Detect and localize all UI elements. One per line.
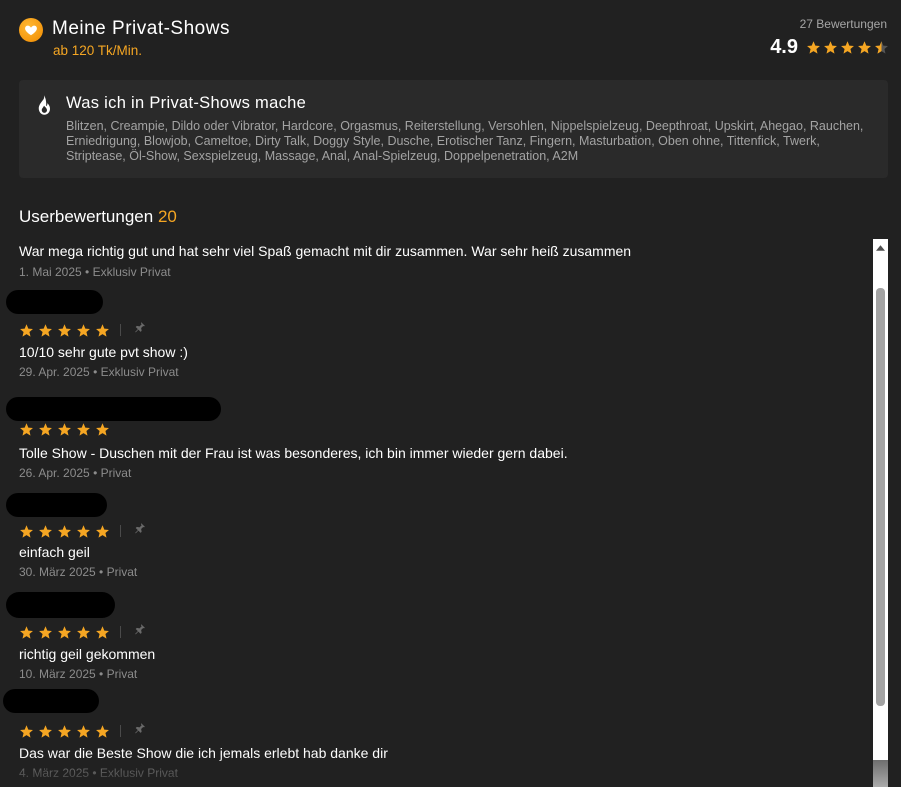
star-icon: [96, 724, 109, 738]
star-icon: [20, 423, 33, 436]
review-text: 10/10 sehr gute pvt show :): [19, 344, 188, 360]
reviews-heading-label: Userbewertungen: [19, 207, 154, 226]
scroll-down-button[interactable]: [873, 760, 888, 787]
reviews-count: 20: [157, 207, 177, 226]
divider: [120, 525, 121, 537]
activities-title: Was ich in Privat-Shows mache: [66, 94, 307, 112]
review-stars: [19, 722, 146, 740]
star-icon: [858, 41, 871, 54]
review-stars: [19, 623, 146, 641]
divider: [120, 626, 121, 638]
review-meta: 30. März 2025 • Privat: [19, 565, 138, 579]
star-icon: [58, 724, 71, 738]
star-icon: [20, 323, 33, 337]
rating-stars: [806, 40, 889, 55]
star-icon: [77, 423, 90, 436]
review-meta: 4. März 2025 • Exklusiv Privat: [19, 766, 178, 780]
star-icon: [96, 323, 109, 337]
reviews-heading: Userbewertungen 20: [19, 207, 177, 227]
fire-icon: [38, 95, 50, 115]
star-icon: [824, 41, 837, 54]
star-icon: [77, 724, 90, 738]
review-meta: 1. Mai 2025 • Exklusiv Privat: [19, 265, 171, 279]
review-stars: [19, 422, 110, 437]
rating-value: 4.9: [770, 36, 798, 58]
star-icon: [20, 625, 33, 639]
avatar: [6, 290, 103, 314]
avatar: [6, 493, 107, 517]
half-star-icon: [875, 41, 888, 54]
star-icon: [20, 524, 33, 538]
star-icon: [39, 423, 52, 436]
review-text: einfach geil: [19, 544, 90, 560]
review-meta: 29. Apr. 2025 • Exklusiv Privat: [19, 365, 179, 379]
review-text: Tolle Show - Duschen mit der Frau ist wa…: [19, 445, 568, 461]
scroll-up-button[interactable]: [873, 239, 888, 256]
review-meta: 10. März 2025 • Privat: [19, 667, 138, 681]
scrollbar-thumb[interactable]: [876, 288, 885, 706]
star-icon: [20, 724, 33, 738]
review-text: War mega richtig gut und hat sehr viel S…: [19, 243, 632, 259]
star-icon: [39, 524, 52, 538]
star-icon: [96, 423, 109, 436]
star-icon: [58, 423, 71, 436]
heart-icon: [19, 18, 43, 42]
avatar: [6, 592, 115, 618]
pin-icon[interactable]: [133, 623, 146, 641]
star-icon: [807, 41, 820, 54]
star-icon: [58, 625, 71, 639]
activities-list: Blitzen, Creampie, Dildo oder Vibrator, …: [66, 119, 864, 163]
review-stars: [19, 321, 146, 339]
activities-box: Was ich in Privat-Shows mache Blitzen, C…: [19, 80, 888, 178]
price-label: ab 120 Tk/Min.: [53, 43, 143, 58]
divider: [120, 725, 121, 737]
section-title: Meine Privat-Shows: [52, 18, 230, 39]
star-icon: [39, 724, 52, 738]
private-shows-panel: Meine Privat-Shows ab 120 Tk/Min. 27 Bew…: [0, 0, 901, 787]
star-icon: [77, 323, 90, 337]
review-text: Das war die Beste Show die ich jemals er…: [19, 745, 388, 761]
pin-icon[interactable]: [133, 522, 146, 540]
star-icon: [77, 625, 90, 639]
star-icon: [39, 625, 52, 639]
reviews-list[interactable]: War mega richtig gut und hat sehr viel S…: [0, 238, 872, 787]
pin-icon[interactable]: [133, 321, 146, 339]
divider: [120, 324, 121, 336]
rating-summary: 4.9: [770, 36, 889, 59]
star-icon: [96, 625, 109, 639]
avatar: [6, 397, 221, 421]
review-stars: [19, 522, 146, 540]
review-text: richtig geil gekommen: [19, 646, 156, 662]
star-icon: [96, 524, 109, 538]
star-icon: [58, 323, 71, 337]
star-icon: [39, 323, 52, 337]
star-icon: [58, 524, 71, 538]
reviews-count-label[interactable]: 27 Bewertungen: [800, 17, 887, 31]
pin-icon[interactable]: [133, 722, 146, 740]
star-icon: [77, 524, 90, 538]
star-icon: [841, 41, 854, 54]
review-meta: 26. Apr. 2025 • Privat: [19, 466, 132, 480]
chevron-up-icon: [876, 244, 885, 251]
avatar: [3, 689, 99, 713]
